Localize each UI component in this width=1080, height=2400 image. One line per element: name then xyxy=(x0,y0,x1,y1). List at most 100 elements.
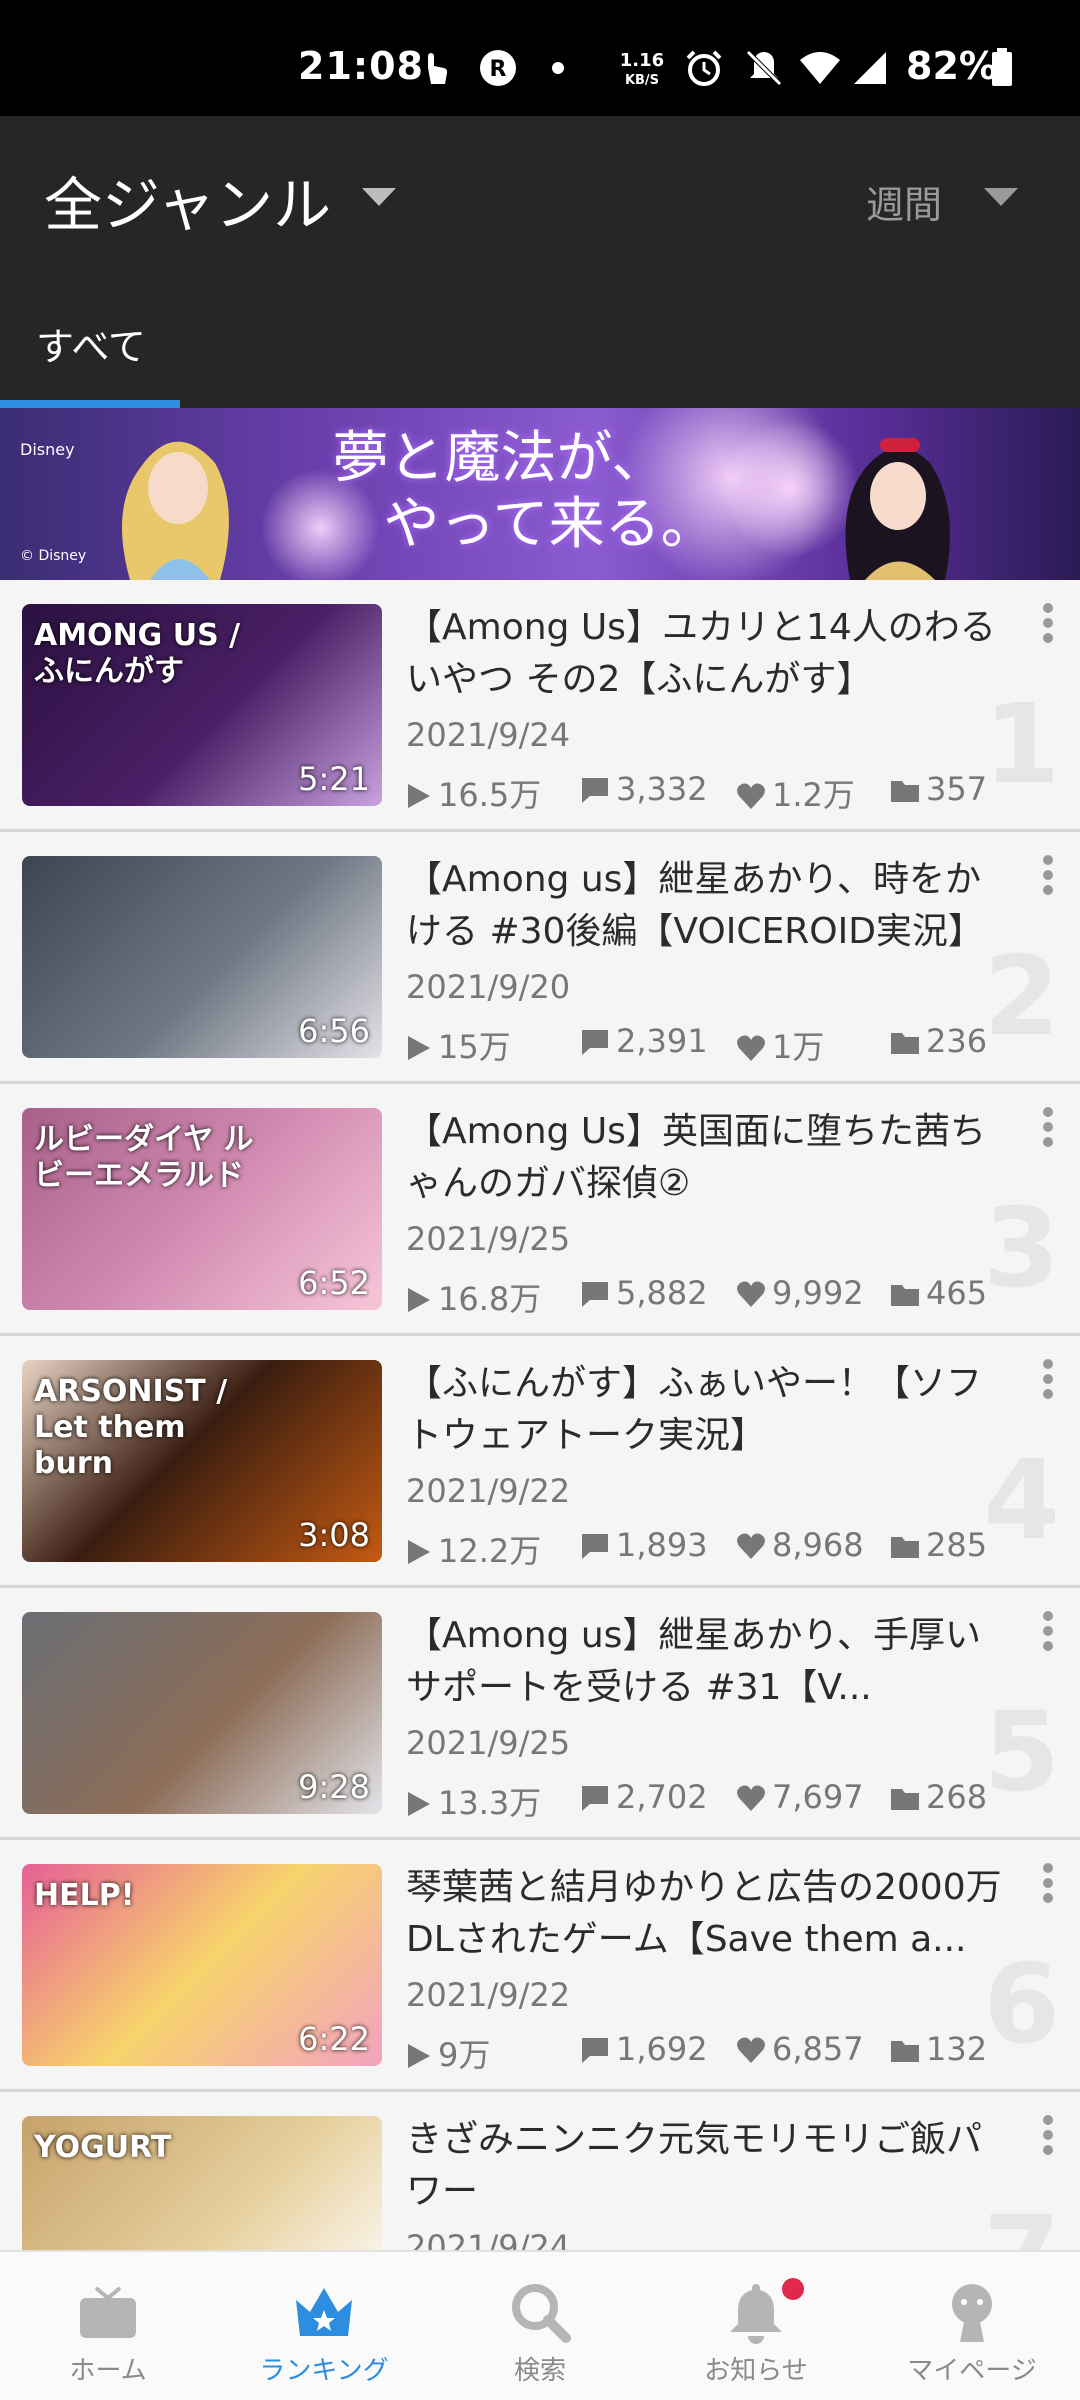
mylists-stat: 357 xyxy=(890,770,987,808)
crown-icon xyxy=(296,2288,352,2336)
views-icon xyxy=(408,1540,430,1564)
svg-text:R: R xyxy=(490,57,507,82)
mylists-count: 357 xyxy=(926,770,988,808)
video-title[interactable]: 琴葉茜と結月ゆかりと広告の2000万DLされたゲーム【Save them a..… xyxy=(406,1862,1006,1966)
battery-icon xyxy=(992,48,1012,86)
mylists-count: 285 xyxy=(926,1526,988,1564)
video-duration: 9:28 xyxy=(298,1768,370,1806)
more-options-icon[interactable] xyxy=(1038,852,1058,900)
mylist-icon xyxy=(891,1033,919,1054)
upload-date: 2021/9/20 xyxy=(406,968,571,1006)
nav-notifications[interactable]: お知らせ xyxy=(648,2252,864,2400)
ad-banner[interactable]: Disney © Disney 夢と魔法が、 やって来る。 xyxy=(0,408,1080,580)
genre-selector[interactable]: 全ジャンル xyxy=(44,158,331,242)
status-bar: 21:08 R 1.16 KB/S 82% xyxy=(0,0,1080,116)
nav-ranking[interactable]: ランキング xyxy=(216,2252,432,2400)
video-thumbnail[interactable]: 9:28 xyxy=(22,1612,382,1814)
likes-count: 9,992 xyxy=(772,1274,864,1312)
likes-count: 1.2万 xyxy=(772,776,855,814)
thumbnail-caption: HELP! xyxy=(34,1878,135,1913)
video-thumbnail[interactable]: 6:56 xyxy=(22,856,382,1058)
nav-ranking-label: ランキング xyxy=(259,2356,389,2386)
likes-icon xyxy=(737,1035,765,1061)
video-thumbnail[interactable]: ARSONIST / Let them burn 3:08 xyxy=(22,1360,382,1562)
mylists-stat: 236 xyxy=(890,1022,987,1060)
nav-search-label: 検索 xyxy=(513,2356,566,2386)
upload-date: 2021/9/25 xyxy=(406,1220,571,1258)
tab-indicator xyxy=(0,400,180,408)
comments-icon xyxy=(582,1282,608,1307)
views-count: 9万 xyxy=(438,2036,491,2074)
comments-stat: 5,882 xyxy=(580,1274,708,1312)
more-options-icon[interactable] xyxy=(1038,2112,1058,2160)
nav-home-label: ホーム xyxy=(69,2356,147,2386)
upload-date: 2021/9/24 xyxy=(406,716,571,754)
comments-stat: 2,702 xyxy=(580,1778,708,1816)
comments-count: 2,391 xyxy=(616,1022,708,1060)
ranking-item[interactable]: AMONG US / ふにんがす 5:21 【Among Us】ユカリと14人のわる… xyxy=(0,580,1080,832)
more-options-icon[interactable] xyxy=(1038,1104,1058,1152)
video-duration: 6:52 xyxy=(298,1264,370,1302)
app-notification-icon: R xyxy=(480,50,516,86)
video-title[interactable]: 【Among Us】英国面に堕ちた茜ちゃんのガバ探偵② xyxy=(406,1106,1006,1210)
video-thumbnail[interactable]: HELP! 6:22 xyxy=(22,1864,382,2066)
ranking-item[interactable]: 6:56 【Among us】紲星あかり、時をかける #30後編【VOICEROI… xyxy=(0,832,1080,1084)
network-speed: 1.16 KB/S xyxy=(619,50,665,89)
ranking-item[interactable]: ルビーダイヤ ルビーエメラルド 6:52 【Among Us】英国面に堕ちた茜ちゃん… xyxy=(0,1084,1080,1336)
video-title[interactable]: 【Among us】紲星あかり、時をかける #30後編【VOICEROID実況】 xyxy=(406,854,1006,958)
more-options-icon[interactable] xyxy=(1038,1608,1058,1656)
video-title[interactable]: 【ふにんがす】ふぁいやー！【ソフトウェアトーク実況】 xyxy=(406,1358,1006,1462)
thumbnail-caption: YOGURT xyxy=(34,2130,172,2165)
views-icon xyxy=(408,784,430,808)
upload-date: 2021/9/25 xyxy=(406,1724,571,1762)
mylists-stat: 285 xyxy=(890,1526,987,1564)
views-count: 15万 xyxy=(438,1028,511,1066)
genre-dropdown-icon[interactable] xyxy=(362,188,396,208)
comments-icon xyxy=(582,1786,608,1811)
views-count: 16.8万 xyxy=(438,1280,542,1318)
clock: 21:08 xyxy=(298,44,424,88)
views-count: 16.5万 xyxy=(438,776,542,814)
likes-count: 6,857 xyxy=(772,2030,864,2068)
tab-all[interactable]: すべて xyxy=(36,316,146,371)
ranking-item[interactable]: 9:28 【Among us】紲星あかり、手厚いサポートを受ける #31【V...… xyxy=(0,1588,1080,1840)
more-options-icon[interactable] xyxy=(1038,600,1058,648)
ranking-item[interactable]: HELP! 6:22 琴葉茜と結月ゆかりと広告の2000万DLされたゲーム【Save… xyxy=(0,1840,1080,2092)
likes-count: 7,697 xyxy=(772,1778,864,1816)
mylist-icon xyxy=(891,1285,919,1306)
search-icon xyxy=(512,2284,571,2343)
views-stat: 16.8万 xyxy=(406,1274,541,1320)
video-thumbnail[interactable]: ルビーダイヤ ルビーエメラルド 6:52 xyxy=(22,1108,382,1310)
nav-mypage[interactable]: マイページ xyxy=(864,2252,1080,2400)
comments-stat: 1,893 xyxy=(580,1526,708,1564)
likes-icon xyxy=(737,1281,765,1307)
more-options-icon[interactable] xyxy=(1038,1356,1058,1404)
video-title[interactable]: 【Among us】紲星あかり、手厚いサポートを受ける #31【V... xyxy=(406,1610,1006,1714)
princess-right-illustration xyxy=(845,438,950,580)
period-selector[interactable]: 週間 xyxy=(866,174,942,229)
video-title[interactable]: 【Among Us】ユカリと14人のわるいやつ その2【ふにんがす】 xyxy=(406,602,1006,706)
bell-icon xyxy=(730,2284,782,2344)
views-icon xyxy=(408,2044,430,2068)
comments-icon xyxy=(582,2038,608,2063)
comments-count: 1,692 xyxy=(616,2030,708,2068)
nav-home[interactable]: ホーム xyxy=(0,2252,216,2400)
nav-search[interactable]: 検索 xyxy=(432,2252,648,2400)
comments-stat: 3,332 xyxy=(580,770,708,808)
bottom-navigation: ホーム ランキング 検索 お知らせ マイページ xyxy=(0,2250,1080,2400)
likes-icon xyxy=(737,2037,765,2063)
upload-date: 2021/9/22 xyxy=(406,1472,571,1510)
battery-percent: 82% xyxy=(906,44,997,88)
comments-stat: 1,692 xyxy=(580,2030,708,2068)
app-header: 全ジャンル 週間 すべて xyxy=(0,116,1080,408)
video-title[interactable]: きざみニンニク元気モリモリご飯パワー xyxy=(406,2114,1006,2218)
ranking-item[interactable]: ARSONIST / Let them burn 3:08 【ふにんがす】ふぁいやー… xyxy=(0,1336,1080,1588)
more-options-icon[interactable] xyxy=(1038,1860,1058,1908)
likes-stat: 1.2万 xyxy=(736,770,855,816)
views-stat: 15万 xyxy=(406,1022,511,1068)
rank-number: 1 xyxy=(983,680,1060,808)
video-thumbnail[interactable]: AMONG US / ふにんがす 5:21 xyxy=(22,604,382,806)
views-icon xyxy=(408,1792,430,1816)
mylists-count: 132 xyxy=(926,2030,988,2068)
period-dropdown-icon[interactable] xyxy=(984,188,1018,208)
